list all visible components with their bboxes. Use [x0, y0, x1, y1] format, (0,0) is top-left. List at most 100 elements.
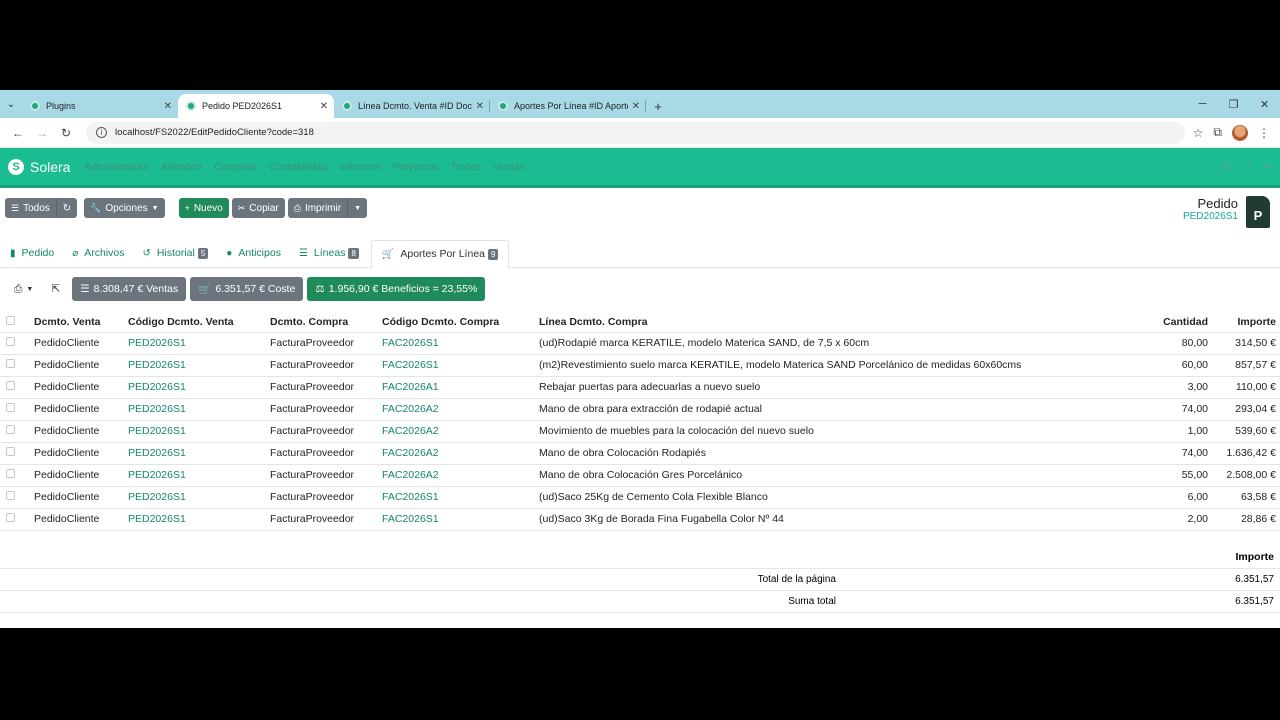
copy-button[interactable]: ✂ Copiar — [231, 198, 285, 218]
close-tab-icon[interactable]: ✕ — [476, 101, 484, 112]
column-header-linea-dcmto-compra[interactable]: Línea Dcmto. Compra — [535, 310, 1132, 332]
tab-aportes-por-linea[interactable]: 🛒 Aportes Por Línea 9 — [370, 240, 510, 268]
open-external-button[interactable]: ⇱ — [45, 277, 66, 301]
help-icon[interactable]: ? — [1245, 160, 1251, 173]
column-header-importe[interactable]: Importe — [1212, 310, 1280, 332]
cell-codigo-dcmto-venta[interactable]: PED2026S1 — [124, 463, 266, 486]
cell-codigo-dcmto-compra[interactable]: FAC2026A2 — [378, 441, 535, 464]
all-button[interactable]: ☰ Todos — [5, 198, 56, 218]
cell-codigo-dcmto-compra[interactable]: FAC2026S1 — [378, 331, 535, 354]
options-button[interactable]: 🔧 Opciones ▼ — [84, 198, 165, 218]
address-bar[interactable]: i localhost/FS2022/EditPedidoCliente?cod… — [86, 121, 1185, 144]
row-checkbox[interactable] — [6, 425, 15, 434]
menu-item-almacen[interactable]: Almacén — [161, 161, 202, 173]
menu-item-ventas[interactable]: Ventas — [493, 161, 525, 173]
column-header-codigo-dcmto-venta[interactable]: Código Dcmto. Venta — [124, 310, 266, 332]
cost-total-button[interactable]: 🛒 6.351,57 € Coste — [190, 277, 304, 301]
cell-codigo-dcmto-venta[interactable]: PED2026S1 — [124, 353, 266, 376]
row-checkbox[interactable] — [6, 491, 15, 500]
tab-pedido[interactable]: ▮ Pedido — [4, 239, 60, 267]
cell-codigo-dcmto-compra[interactable]: FAC2026A2 — [378, 463, 535, 486]
cell-codigo-dcmto-compra[interactable]: FAC2026A2 — [378, 397, 535, 420]
cell-codigo-dcmto-compra[interactable]: FAC2026S1 — [378, 353, 535, 376]
cell-codigo-dcmto-venta[interactable]: PED2026S1 — [124, 441, 266, 464]
tab-archivos[interactable]: ⌀ Archivos — [66, 239, 130, 267]
cell-codigo-dcmto-venta[interactable]: PED2026S1 — [124, 485, 266, 508]
bookmark-star-icon[interactable]: ☆ — [1193, 126, 1204, 140]
refresh-button[interactable]: ↻ — [55, 198, 78, 218]
forward-icon[interactable]: → — [30, 126, 54, 140]
column-header-codigo-dcmto-compra[interactable]: Código Dcmto. Compra — [378, 310, 535, 332]
table-row[interactable]: PedidoCliente PED2026S1 FacturaProveedor FA… — [0, 463, 1280, 486]
reload-icon[interactable]: ↻ — [54, 126, 78, 140]
browser-tab-plugins[interactable]: Plugins ✕ — [22, 94, 178, 118]
cell-codigo-dcmto-venta[interactable]: PED2026S1 — [124, 331, 266, 354]
browser-tab-pedido[interactable]: Pedido PED2026S1 ✕ — [178, 94, 334, 118]
maximize-icon[interactable]: ❐ — [1218, 90, 1249, 118]
user-icon[interactable]: ● — [1265, 160, 1272, 173]
menu-item-informes[interactable]: Informes — [339, 161, 380, 173]
column-header-dcmto-compra[interactable]: Dcmto. Compra — [266, 310, 378, 332]
menu-item-textos[interactable]: Textos — [451, 161, 481, 173]
cell-codigo-dcmto-compra[interactable]: FAC2026A2 — [378, 419, 535, 442]
document-code[interactable]: PED2026S1 — [1183, 211, 1238, 222]
menu-item-administrador[interactable]: Administrador — [84, 161, 149, 173]
cell-codigo-dcmto-venta[interactable]: PED2026S1 — [124, 419, 266, 442]
menu-item-compras[interactable]: Compras — [214, 161, 257, 173]
cell-codigo-dcmto-compra[interactable]: FAC2026A1 — [378, 375, 535, 398]
cell-codigo-dcmto-venta[interactable]: PED2026S1 — [124, 507, 266, 531]
table-row[interactable]: PedidoCliente PED2026S1 FacturaProveedor FA… — [0, 507, 1280, 531]
table-row[interactable]: PedidoCliente PED2026S1 FacturaProveedor FA… — [0, 419, 1280, 442]
table-row[interactable]: PedidoCliente PED2026S1 FacturaProveedor FA… — [0, 375, 1280, 398]
tab-anticipos[interactable]: ● Anticipos — [220, 239, 287, 267]
search-icon[interactable]: ⌕ — [1201, 160, 1207, 173]
minimize-icon[interactable]: ─ — [1187, 90, 1218, 118]
menu-item-proyectos[interactable]: Proyectos — [392, 161, 439, 173]
tab-search-icon[interactable]: ⌄ — [0, 90, 22, 118]
tab-lineas[interactable]: ☰ Líneas 8 — [293, 239, 365, 267]
cell-codigo-dcmto-venta[interactable]: PED2026S1 — [124, 375, 266, 398]
tab-historial[interactable]: ↺ Historial 5 — [137, 239, 215, 267]
browser-tab-linea[interactable]: Línea Dcmto. Venta #ID Doc 31 ✕ — [334, 94, 490, 118]
back-icon[interactable]: ← — [6, 126, 30, 140]
cell-codigo-dcmto-compra[interactable]: FAC2026S1 — [378, 485, 535, 508]
close-window-icon[interactable]: ✕ — [1249, 90, 1280, 118]
site-info-icon[interactable]: i — [96, 127, 107, 138]
app-logo[interactable]: S Solera — [8, 158, 70, 175]
messages-icon[interactable]: ☰ — [1221, 160, 1231, 173]
print-button[interactable]: ⎙ Imprimir — [287, 198, 348, 218]
select-all-checkbox[interactable] — [6, 315, 15, 325]
row-checkbox[interactable] — [6, 447, 15, 456]
cell-codigo-dcmto-compra[interactable]: FAC2026S1 — [378, 507, 535, 531]
new-tab-button[interactable]: + — [646, 94, 670, 118]
new-button[interactable]: + Nuevo — [178, 198, 229, 218]
print-dropdown-button[interactable]: ▼ — [347, 198, 367, 218]
row-checkbox[interactable] — [6, 403, 15, 412]
close-tab-icon[interactable]: ✕ — [164, 101, 172, 112]
table-row[interactable]: PedidoCliente PED2026S1 FacturaProveedor FA… — [0, 353, 1280, 376]
cell-linea-dcmto-compra: Mano de obra Colocación Gres Porcelánico — [535, 463, 1132, 486]
print-list-button[interactable]: ⎙ ▼ — [8, 277, 39, 301]
cell-codigo-dcmto-venta[interactable]: PED2026S1 — [124, 397, 266, 420]
profit-total-button[interactable]: ⚖ 1.956,90 € Beneficios = 23,55% — [307, 277, 486, 301]
browser-menu-icon[interactable]: ⋮ — [1258, 126, 1270, 140]
table-row[interactable]: PedidoCliente PED2026S1 FacturaProveedor FA… — [0, 485, 1280, 508]
profile-avatar[interactable] — [1232, 124, 1248, 141]
row-checkbox[interactable] — [6, 513, 15, 522]
extensions-icon[interactable]: ⧉ — [1213, 125, 1222, 140]
row-checkbox[interactable] — [6, 469, 15, 478]
favicon-icon — [30, 101, 40, 111]
close-tab-icon[interactable]: ✕ — [632, 101, 640, 112]
menu-item-contabilidad[interactable]: Contabilidad — [269, 161, 327, 173]
sales-total-button[interactable]: ☰ 8.308,47 € Ventas — [72, 277, 187, 301]
table-row[interactable]: PedidoCliente PED2026S1 FacturaProveedor FA… — [0, 331, 1280, 354]
row-checkbox[interactable] — [6, 337, 15, 346]
table-row[interactable]: PedidoCliente PED2026S1 FacturaProveedor FA… — [0, 397, 1280, 420]
column-header-cantidad[interactable]: Cantidad — [1132, 310, 1212, 332]
row-checkbox[interactable] — [6, 359, 15, 368]
column-header-dcmto-venta[interactable]: Dcmto. Venta — [30, 310, 124, 332]
table-row[interactable]: PedidoCliente PED2026S1 FacturaProveedor FA… — [0, 441, 1280, 464]
close-tab-icon[interactable]: ✕ — [320, 101, 328, 112]
browser-tab-aportes[interactable]: Aportes Por Línea #ID Aportes ✕ — [490, 94, 646, 118]
row-checkbox[interactable] — [6, 381, 15, 390]
